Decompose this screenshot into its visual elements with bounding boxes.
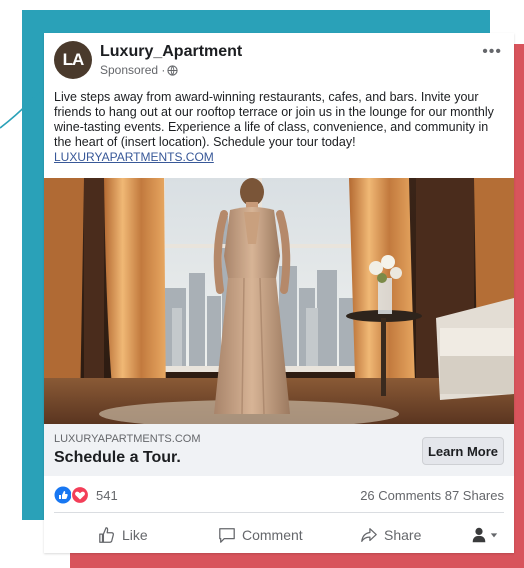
post-header: LA Luxury_Apartment Sponsored · •••	[54, 41, 504, 85]
link-preview-title[interactable]: Schedule a Tour.	[54, 449, 181, 467]
share-icon	[361, 528, 377, 542]
reaction-icons[interactable]	[54, 486, 90, 504]
chevron-down-icon	[490, 533, 498, 538]
page-name[interactable]: Luxury_Apartment	[100, 43, 242, 61]
more-options-icon[interactable]: •••	[482, 43, 502, 61]
like-label: Like	[122, 527, 148, 543]
comment-icon	[219, 528, 235, 543]
person-icon	[472, 527, 486, 543]
learn-more-button[interactable]: Learn More	[422, 437, 504, 465]
comments-count[interactable]: 26 Comments	[360, 488, 441, 503]
reaction-count[interactable]: 541	[96, 488, 118, 503]
comment-button[interactable]: Comment	[218, 519, 303, 551]
hero-image[interactable]	[44, 178, 514, 424]
comments-shares: 26 Comments 87 Shares	[360, 488, 504, 503]
comment-label: Comment	[242, 527, 303, 543]
share-label: Share	[384, 527, 422, 543]
thumbs-up-icon	[99, 527, 114, 543]
like-button[interactable]: Like	[98, 519, 148, 551]
link-preview[interactable]: LUXURYAPARTMENTS.COM Schedule a Tour. Le…	[44, 424, 514, 476]
link-preview-domain: LUXURYAPARTMENTS.COM	[54, 433, 201, 445]
share-button[interactable]: Share	[360, 519, 421, 551]
divider	[54, 512, 504, 513]
action-bar: Like Comment Share	[44, 519, 514, 551]
sponsored-label-row: Sponsored ·	[100, 63, 179, 77]
post-link[interactable]: LUXURYAPARTMENTS.COM	[54, 150, 214, 164]
engagement-stats: 541 26 Comments 87 Shares	[54, 482, 504, 506]
avatar-initials: LA	[62, 50, 85, 69]
sponsored-label: Sponsored ·	[100, 63, 166, 77]
shares-count[interactable]: 87 Shares	[445, 488, 504, 503]
apartment-window-photo	[44, 178, 514, 424]
avatar[interactable]: LA	[54, 41, 92, 79]
globe-icon	[167, 64, 179, 76]
post-text: Live steps away from award-winning resta…	[54, 90, 494, 149]
ad-post-card: LA Luxury_Apartment Sponsored · ••• Live…	[44, 33, 514, 553]
audience-selector[interactable]	[470, 519, 498, 551]
